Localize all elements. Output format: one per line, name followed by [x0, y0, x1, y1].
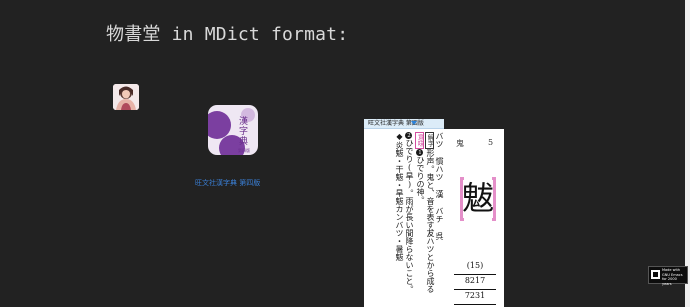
- app-icon-text: 漢: [239, 115, 248, 127]
- headword-frame: 魃: [460, 177, 496, 221]
- meaning-1-number: 1: [416, 149, 423, 156]
- svg-text:典: 典: [239, 135, 248, 147]
- window-right-border: [685, 0, 690, 307]
- radical: 鬼: [456, 139, 464, 148]
- compounds-text: 炎魃・干魃・旱魃カンバツ・暑魃: [395, 141, 404, 261]
- code-2: 7231: [464, 291, 486, 300]
- svg-text:字: 字: [239, 125, 248, 137]
- dictionary-panel: 旺文社漢字典 第四版 バツ 慣ハツ 漢 バチ 呉 解字形声。鬼と、音を表す犮ハツ…: [364, 119, 444, 307]
- badge-text: Made with GNU Emacs for 2000 years: [662, 268, 683, 286]
- kaiji-label: 解字: [425, 132, 434, 149]
- dictionary-app-link[interactable]: 旺文社漢字典 第四版: [195, 178, 260, 188]
- meaning-2-column: 2ひでり(旱)。雨が長い間降らないこと。: [405, 132, 414, 293]
- avatar: [113, 84, 139, 110]
- chevron-down-icon[interactable]: [411, 121, 417, 125]
- app-icon-subtext: 第四版: [238, 147, 250, 153]
- headword-kanji: 魃: [461, 179, 494, 217]
- meaning-2-number: 2: [405, 132, 412, 139]
- code-divider: [454, 274, 496, 275]
- code-divider: [454, 289, 496, 290]
- meaning-1-column: 意味1ひでりの神。: [415, 132, 425, 204]
- imi-label: 意味: [415, 132, 424, 149]
- emacs-badge: Made with GNU Emacs for 2000 years: [648, 266, 688, 286]
- emacs-logo-icon: [651, 270, 660, 279]
- kaiji-column: 解字形声。鬼と、音を表す犮ハツとから成る: [425, 132, 435, 293]
- meaning-2-text: ひでり(旱)。雨が長い間降らないこと。: [405, 139, 414, 293]
- radical-stroke-count: 5: [488, 138, 494, 147]
- meaning-1-text: ひでりの神。: [416, 156, 425, 204]
- compounds-column: ◆炎魃・干魃・旱魃カンバツ・暑魃: [395, 132, 404, 261]
- code-1: 8217: [464, 276, 486, 285]
- reading-column: バツ 慣ハツ 漢 バチ 呉: [435, 132, 444, 240]
- total-strokes: (15): [466, 261, 484, 270]
- dictionary-app-icon[interactable]: 漢 字 典 第四版: [208, 105, 258, 155]
- diamond-icon: ◆: [395, 132, 404, 141]
- code-divider: [454, 304, 496, 305]
- kaiji-text: 形声。鬼と、音を表す犮ハツとから成る: [426, 149, 435, 293]
- dictionary-header[interactable]: 旺文社漢字典 第四版: [364, 119, 444, 129]
- page-title: 物書堂 in MDict format:: [106, 24, 349, 45]
